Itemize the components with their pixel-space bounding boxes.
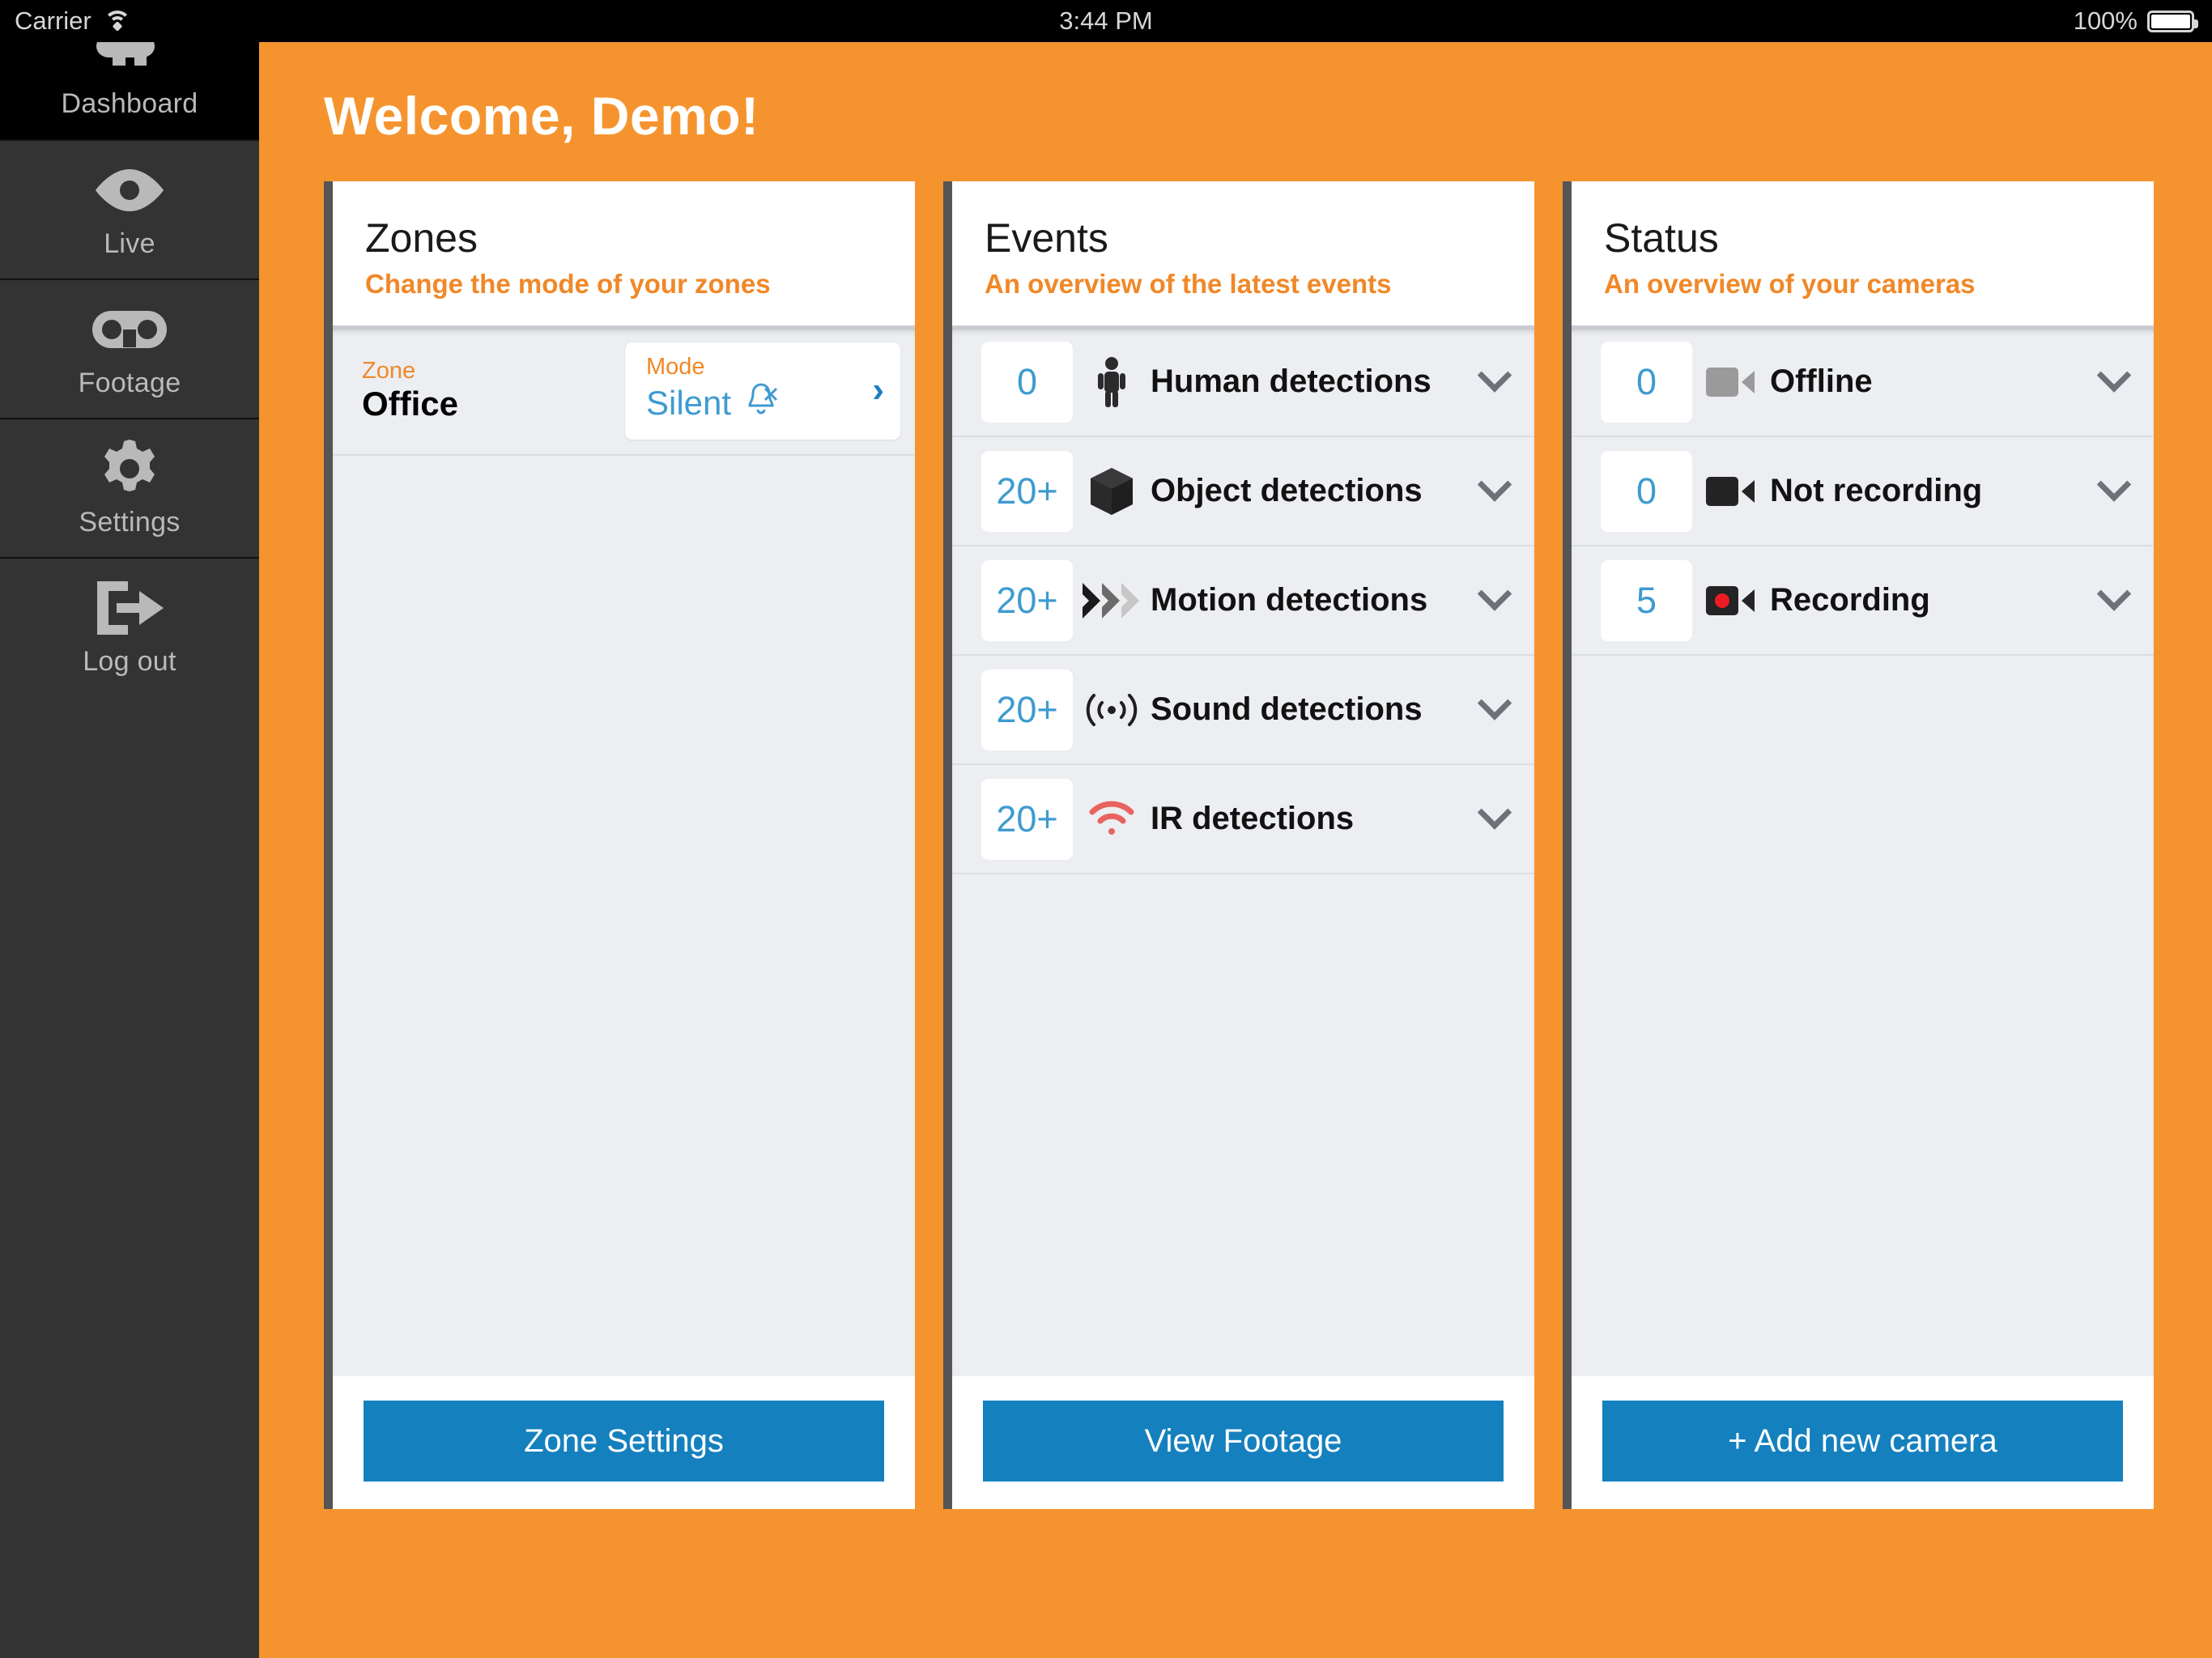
event-row-human-detections[interactable]: 0 Human detections xyxy=(952,328,1534,437)
clock-label: 3:44 PM xyxy=(1059,6,1153,35)
add-new-camera-button[interactable]: + Add new camera xyxy=(1602,1401,2123,1482)
person-icon xyxy=(1073,356,1151,407)
status-row-recording[interactable]: 5 Recording xyxy=(1572,546,2154,656)
view-footage-button[interactable]: View Footage xyxy=(983,1401,1504,1482)
zones-card-subtitle: Change the mode of your zones xyxy=(365,269,771,299)
status-card-header: Status An overview of your cameras xyxy=(1572,181,2154,325)
zones-card-footer: Zone Settings xyxy=(333,1376,915,1509)
event-label: Sound detections xyxy=(1151,691,1423,727)
zones-card-body: Zone Office Mode Silent › xyxy=(333,325,915,1376)
sidebar-item-live[interactable]: Live xyxy=(0,139,259,278)
bell-slash-icon xyxy=(742,380,780,426)
mode-field-label: Mode xyxy=(646,354,705,380)
status-label: Not recording xyxy=(1770,473,1983,508)
status-card-subtitle: An overview of your cameras xyxy=(1604,269,1976,299)
chevron-down-icon[interactable] xyxy=(1477,466,1512,502)
camera-recording-icon xyxy=(1692,583,1770,619)
event-count-badge: 0 xyxy=(981,341,1073,423)
sidebar-item-label: Log out xyxy=(83,645,177,677)
battery-percent-label: 100% xyxy=(2073,6,2138,35)
zones-card: Zones Change the mode of your zones Zone… xyxy=(324,181,915,1509)
chevron-down-icon[interactable] xyxy=(2096,357,2132,393)
camera-black-icon xyxy=(1692,474,1770,509)
mode-value: Silent xyxy=(646,384,732,423)
event-count-badge: 20+ xyxy=(981,450,1073,532)
camera-gray-icon xyxy=(1692,364,1770,400)
sidebar-item-label: Dashboard xyxy=(61,87,198,119)
status-label: Offline xyxy=(1770,363,1873,399)
sidebar-item-footage[interactable]: Footage xyxy=(0,278,259,418)
eye-icon xyxy=(92,160,167,220)
motion-chevrons-icon xyxy=(1073,580,1151,622)
status-bar-right: 100% xyxy=(2073,6,2198,36)
events-card: Events An overview of the latest events … xyxy=(943,181,1534,1509)
chevron-down-icon[interactable] xyxy=(2096,576,2132,611)
sidebar-item-label: Settings xyxy=(79,506,181,538)
status-card-body: 0 Offline 0 Not recording 5 Recording xyxy=(1572,325,2154,1376)
zone-list-item[interactable]: Zone Office Mode Silent › xyxy=(333,328,915,456)
event-row-sound-detections[interactable]: 20+ Sound detections xyxy=(952,656,1534,765)
status-label: Recording xyxy=(1770,582,1930,618)
status-card: Status An overview of your cameras 0 Off… xyxy=(1563,181,2154,1509)
chevron-down-icon[interactable] xyxy=(1477,357,1512,393)
ir-signal-icon xyxy=(1073,801,1151,838)
battery-full-icon xyxy=(2147,10,2198,32)
status-card-footer: + Add new camera xyxy=(1572,1376,2154,1509)
status-row-not-recording[interactable]: 0 Not recording xyxy=(1572,437,2154,546)
chevron-down-icon[interactable] xyxy=(1477,794,1512,830)
dashboard-cards: Zones Change the mode of your zones Zone… xyxy=(324,181,2212,1509)
gear-icon xyxy=(99,439,160,499)
event-row-motion-detections[interactable]: 20+ Motion detections xyxy=(952,546,1534,656)
zone-mode-group: Mode Silent xyxy=(646,354,780,427)
ios-status-bar: Carrier 3:44 PM 100% xyxy=(0,0,2212,42)
status-row-offline[interactable]: 0 Offline xyxy=(1572,328,2154,437)
event-label: IR detections xyxy=(1151,801,1355,836)
events-card-subtitle: An overview of the latest events xyxy=(985,269,1392,299)
event-count-badge: 20+ xyxy=(981,559,1073,641)
status-count-badge: 0 xyxy=(1601,450,1692,532)
zones-card-title: Zones xyxy=(365,215,478,261)
event-label: Human detections xyxy=(1151,363,1431,399)
events-card-title: Events xyxy=(985,215,1108,261)
mode-value-row: Silent xyxy=(646,380,780,426)
sidebar-item-logout[interactable]: Log out xyxy=(0,557,259,696)
chevron-down-icon[interactable] xyxy=(1477,576,1512,611)
status-count-badge: 5 xyxy=(1601,559,1692,641)
event-label: Motion detections xyxy=(1151,582,1428,618)
zone-settings-button[interactable]: Zone Settings xyxy=(364,1401,884,1482)
sidebar-item-label: Footage xyxy=(78,367,181,398)
events-card-header: Events An overview of the latest events xyxy=(952,181,1534,325)
event-count-badge: 20+ xyxy=(981,778,1073,860)
page-title: Welcome, Demo! xyxy=(324,86,759,146)
zone-name-group: Zone Office xyxy=(362,358,625,424)
event-count-badge: 20+ xyxy=(981,669,1073,750)
cube-icon xyxy=(1073,466,1151,517)
event-row-object-detections[interactable]: 20+ Object detections xyxy=(952,437,1534,546)
event-label: Object detections xyxy=(1151,473,1423,508)
dashboard-main: Welcome, Demo! Zones Change the mode of … xyxy=(259,42,2212,1658)
status-card-title: Status xyxy=(1604,215,1719,261)
events-card-body: 0 Human detections 20+ Object detections… xyxy=(952,325,1534,1376)
events-card-footer: View Footage xyxy=(952,1376,1534,1509)
film-reel-icon xyxy=(91,300,168,359)
zones-card-header: Zones Change the mode of your zones xyxy=(333,181,915,325)
event-row-ir-detections[interactable]: 20+ IR detections xyxy=(952,765,1534,874)
chevron-down-icon[interactable] xyxy=(1477,685,1512,721)
chevron-down-icon[interactable] xyxy=(2096,466,2132,502)
zone-name-value: Office xyxy=(362,385,459,423)
sidebar-item-settings[interactable]: Settings xyxy=(0,418,259,557)
zone-field-label: Zone xyxy=(362,358,416,384)
zone-mode-chip[interactable]: Mode Silent › xyxy=(625,342,900,440)
sidebar-item-label: Live xyxy=(104,227,155,259)
status-count-badge: 0 xyxy=(1601,341,1692,423)
logout-arrow-icon xyxy=(92,578,167,638)
chevron-right-icon: › xyxy=(872,369,884,410)
sound-wave-icon xyxy=(1073,690,1151,730)
sidebar-nav: Dashboard Live Footage Settings Log out xyxy=(0,0,259,1658)
